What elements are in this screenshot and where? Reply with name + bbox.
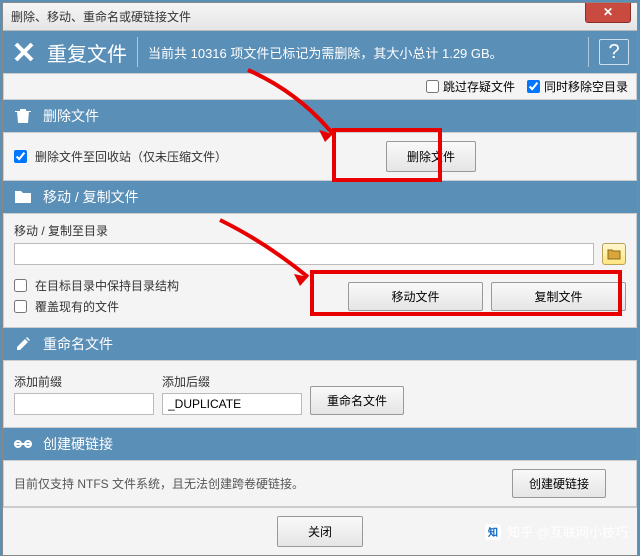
remove-empty-option[interactable]: 同时移除空目录 [527,78,628,95]
move-section-header: 移动 / 复制文件 [3,181,637,213]
hardlink-note: 目前仅支持 NTFS 文件系统，且无法创建跨卷硬链接。 [14,475,304,492]
keep-structure-option[interactable]: 在目标目录中保持目录结构 [14,277,179,294]
move-target-label: 移动 / 复制至目录 [14,222,626,239]
delete-button[interactable]: 删除文件 [386,141,476,172]
delete-recycle-checkbox[interactable] [14,150,27,163]
rename-button[interactable]: 重命名文件 [310,386,404,415]
window-titlebar: 删除、移动、重命名或硬链接文件 ✕ [3,3,637,31]
hardlink-button[interactable]: 创建硬链接 [512,469,606,498]
hardlink-section-body: 目前仅支持 NTFS 文件系统，且无法创建跨卷硬链接。 创建硬链接 [3,460,637,507]
folder-icon [13,187,33,207]
close-button[interactable]: 关闭 [277,516,363,547]
browse-button[interactable] [602,243,626,265]
dialog-header: 重复文件 当前共 10316 项文件已标记为需删除，其大小总计 1.29 GB。… [3,31,637,73]
skip-suspect-checkbox[interactable] [426,80,439,93]
trash-icon [13,106,33,126]
keep-structure-checkbox[interactable] [14,279,27,292]
options-row: 跳过存疑文件 同时移除空目录 [3,73,637,100]
prefix-label: 添加前缀 [14,373,154,390]
overwrite-option[interactable]: 覆盖现有的文件 [14,298,179,315]
move-section-body: 移动 / 复制至目录 在目标目录中保持目录结构 覆盖现有的文件 移动文件 复制文 [3,213,637,328]
help-button[interactable]: ? [599,39,629,65]
dialog-title: 重复文件 [47,38,127,67]
suffix-label: 添加后缀 [162,373,302,390]
delete-section-header: 删除文件 [3,100,637,132]
overwrite-checkbox[interactable] [14,300,27,313]
delete-section-body: 删除文件至回收站（仅未压缩文件） 删除文件 [3,132,637,181]
watermark: 知 知乎 @互联网小技巧 [485,522,628,541]
remove-empty-checkbox[interactable] [527,80,540,93]
link-icon [13,434,33,454]
window-close-button[interactable]: ✕ [585,3,631,23]
skip-suspect-option[interactable]: 跳过存疑文件 [426,78,515,95]
dialog-info: 当前共 10316 项文件已标记为需删除，其大小总计 1.29 GB。 [148,43,578,62]
svg-text:知: 知 [487,526,498,539]
window-title: 删除、移动、重命名或硬链接文件 [11,8,191,25]
pencil-icon [13,334,33,354]
rename-section-body: 添加前缀 添加后缀 重命名文件 [3,360,637,428]
copy-button[interactable]: 复制文件 [491,282,626,311]
prefix-input[interactable] [14,393,154,415]
delete-recycle-option[interactable]: 删除文件至回收站（仅未压缩文件） [14,148,227,165]
hardlink-section-header: 创建硬链接 [3,428,637,460]
suffix-input[interactable] [162,393,302,415]
rename-section-header: 重命名文件 [3,328,637,360]
move-button[interactable]: 移动文件 [348,282,483,311]
close-icon[interactable] [11,39,37,65]
move-target-input[interactable] [14,243,594,265]
